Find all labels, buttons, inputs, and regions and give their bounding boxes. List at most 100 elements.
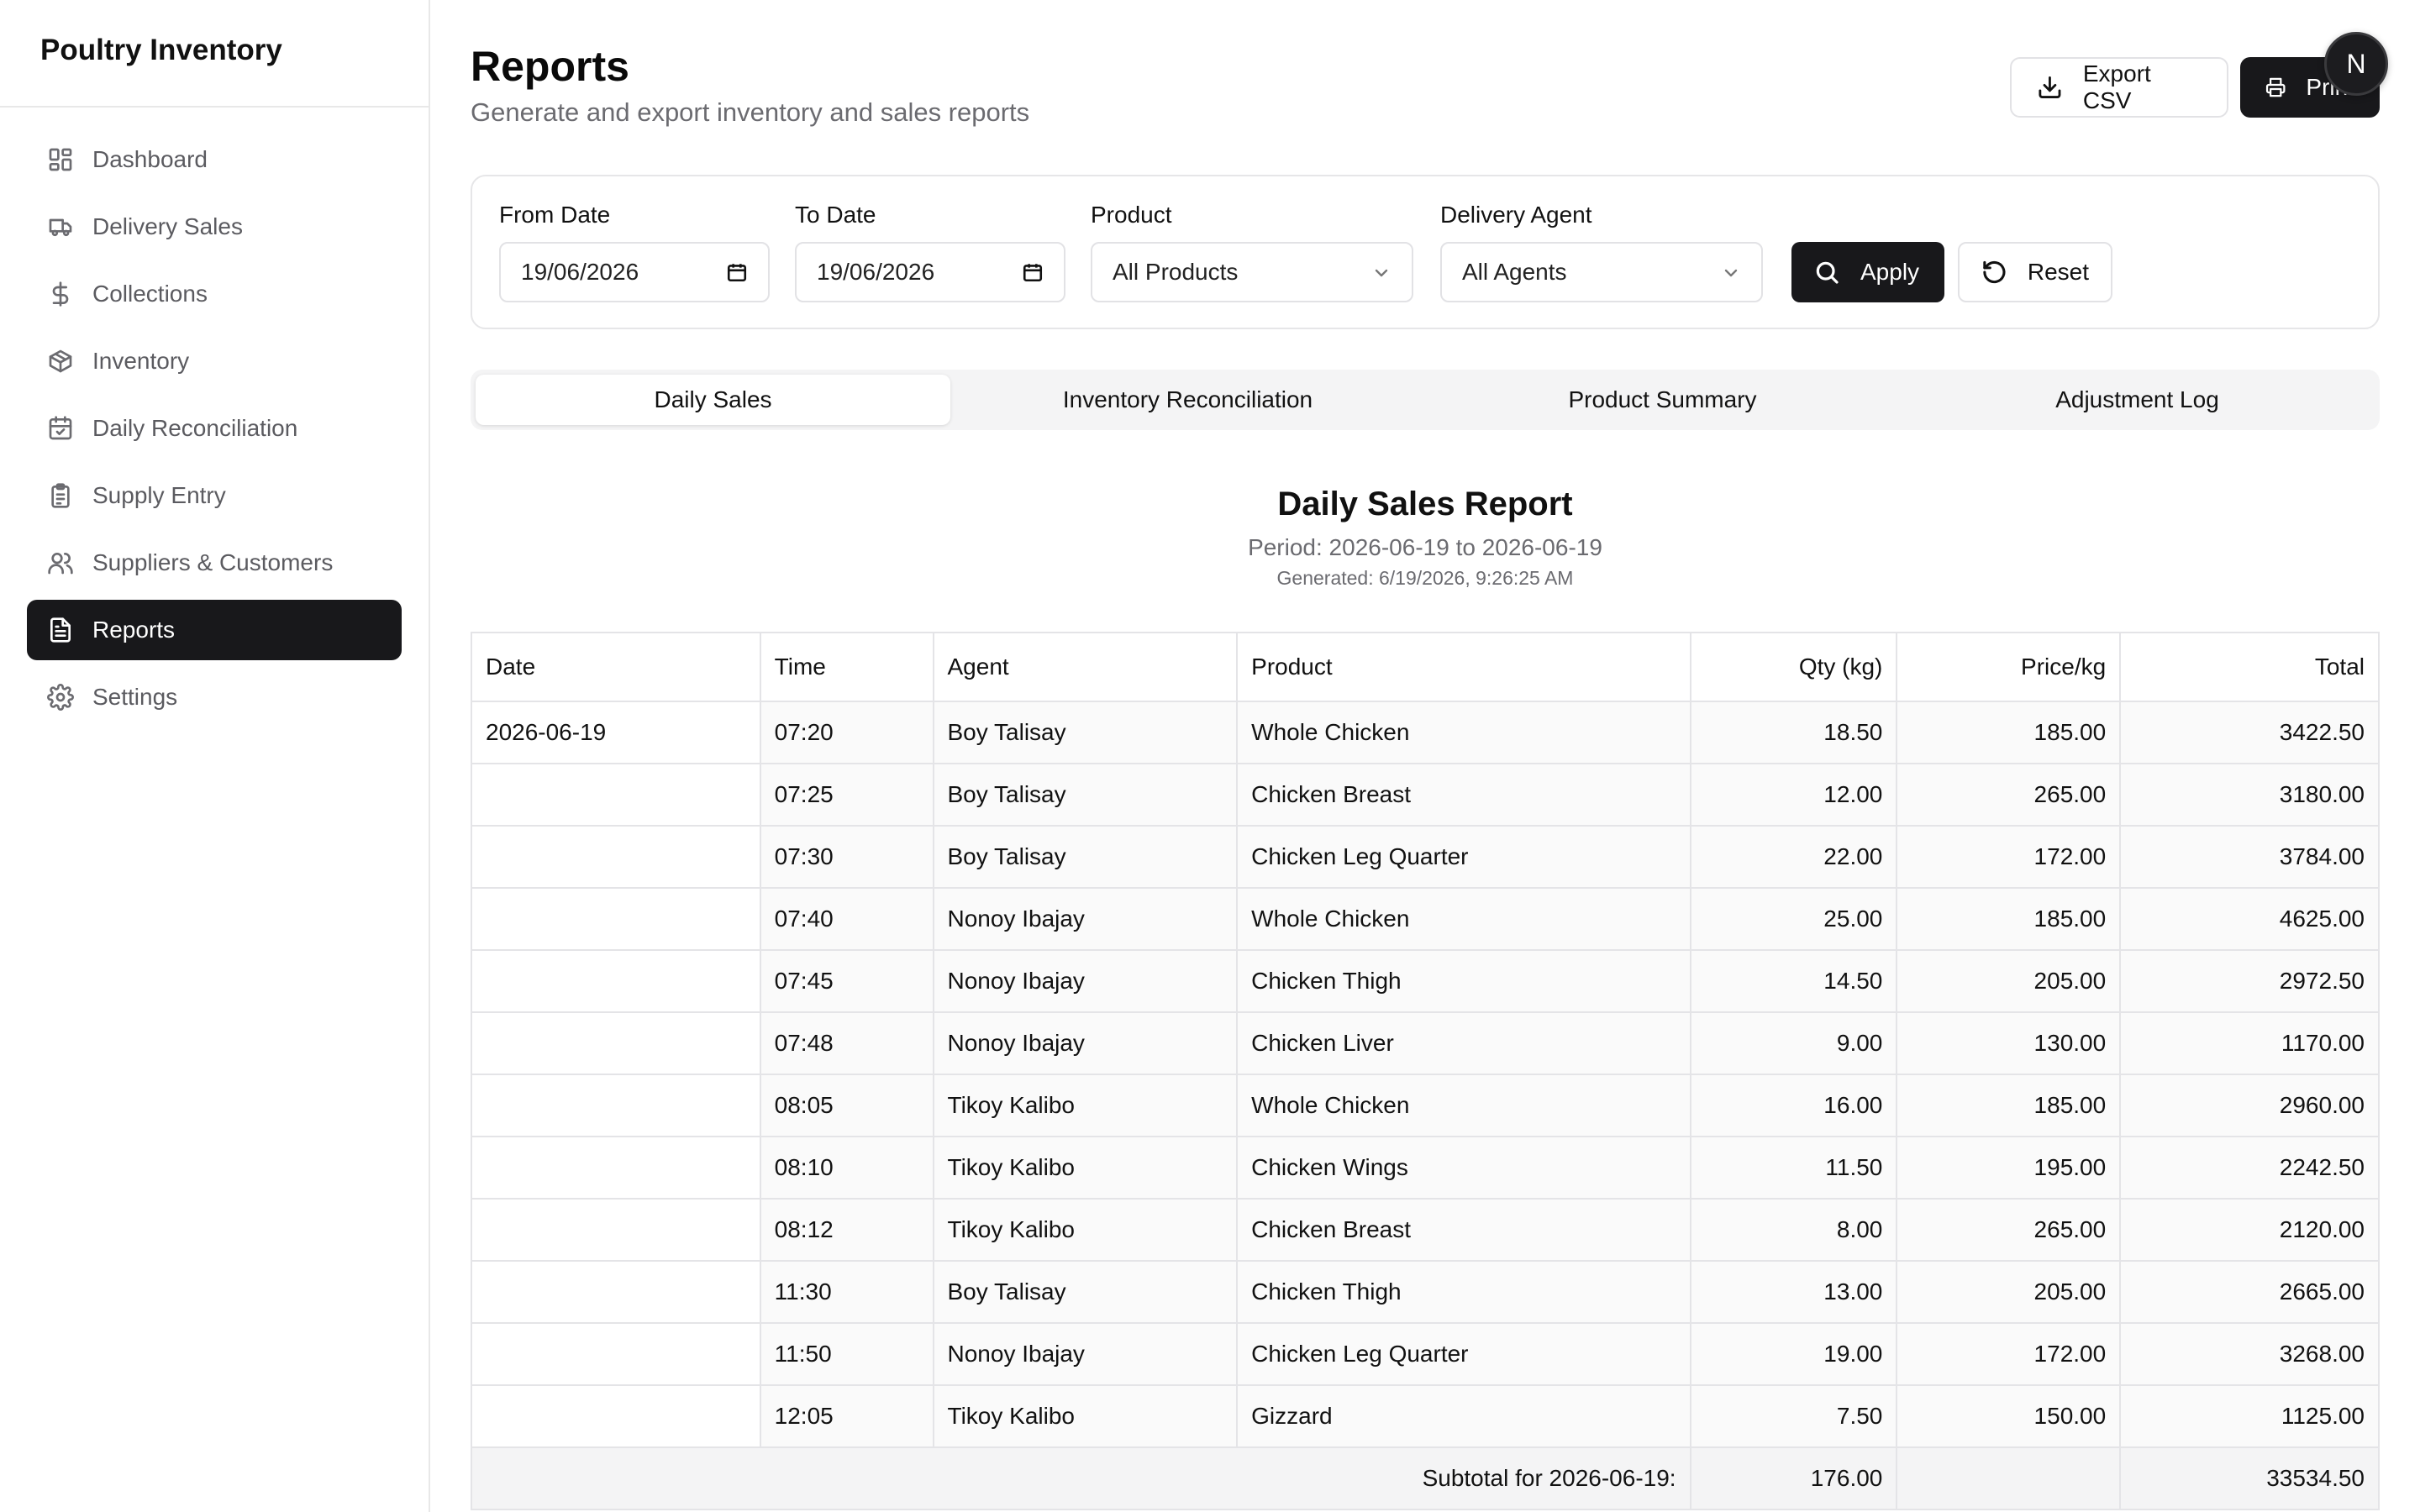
column-header-qty[interactable]: Qty (kg)	[1689, 632, 1898, 702]
tab-daily-sales[interactable]: Daily Sales	[476, 375, 950, 425]
cell-price: 265.00	[1896, 763, 2122, 827]
cell-agent: Boy Talisay	[932, 825, 1239, 889]
cell-product: Whole Chicken	[1236, 887, 1691, 951]
cell-total: 1170.00	[2119, 1011, 2380, 1075]
sidebar-item-settings[interactable]: Settings	[27, 667, 402, 727]
cell-time: 11:30	[759, 1260, 934, 1324]
column-header-time[interactable]: Time	[759, 632, 934, 702]
column-header-total[interactable]: Total	[2119, 632, 2380, 702]
tab-adjustment-log[interactable]: Adjustment Log	[1900, 375, 2375, 425]
product-select[interactable]: All Products	[1091, 242, 1413, 302]
sidebar-item-dashboard[interactable]: Dashboard	[27, 129, 402, 190]
main-content: Reports Generate and export inventory an…	[471, 0, 2388, 1510]
report-period: Period: 2026-06-19 to 2026-06-19	[1248, 534, 1602, 560]
cell-time: 08:12	[759, 1198, 934, 1262]
tab-product-summary[interactable]: Product Summary	[1425, 375, 1900, 425]
page-title: Reports	[471, 43, 629, 90]
sidebar-item-suppliers-customers[interactable]: Suppliers & Customers	[27, 533, 402, 593]
cell-agent: Boy Talisay	[932, 701, 1239, 764]
avatar[interactable]: N	[2324, 32, 2388, 96]
cell-qty: 13.00	[1689, 1260, 1898, 1324]
table-row: 07:30 Boy Talisay Chicken Leg Quarter 22.00…	[471, 825, 2380, 889]
delivery-agent-select[interactable]: All Agents	[1440, 242, 1763, 302]
report-title: Daily Sales Report	[1277, 486, 1573, 522]
export-csv-button[interactable]: Export CSV	[2010, 57, 2228, 118]
file-text-icon	[47, 617, 74, 643]
sidebar-item-label: Collections	[92, 281, 208, 307]
table-body: 2026-06-19 07:20 Boy Talisay Whole Chicken 1…	[471, 701, 2380, 1510]
table-row: 12:05 Tikoy Kalibo Gizzard 7.50 150.00 1125.0…	[471, 1384, 2380, 1448]
download-icon	[2039, 76, 2061, 98]
sidebar-item-label: Dashboard	[92, 146, 208, 172]
column-header-date[interactable]: Date	[471, 632, 761, 702]
cell-qty: 25.00	[1689, 887, 1898, 951]
delivery-agent-select-value: All Agents	[1462, 259, 1567, 285]
users-icon	[47, 549, 74, 576]
table-row: 11:50 Nonoy Ibajay Chicken Leg Quarter 19.0…	[471, 1322, 2380, 1386]
apply-button[interactable]: Apply	[1791, 242, 1944, 302]
cell-date	[471, 1011, 761, 1075]
tab-inventory-reconciliation[interactable]: Inventory Reconciliation	[950, 375, 1425, 425]
sidebar-item-inventory[interactable]: Inventory	[27, 331, 402, 391]
calendar-icon[interactable]	[726, 261, 748, 283]
cell-product: Whole Chicken	[1236, 701, 1691, 764]
cell-product: Gizzard	[1236, 1384, 1691, 1448]
cell-date: 2026-06-19	[471, 701, 761, 764]
cell-date	[471, 1136, 761, 1200]
table-row: 07:25 Boy Talisay Chicken Breast 12.00 265.0…	[471, 763, 2380, 827]
table-row: 07:40 Nonoy Ibajay Whole Chicken 25.00 185.0…	[471, 887, 2380, 951]
reset-button[interactable]: Reset	[1958, 242, 2112, 302]
export-csv-label: Export CSV	[2082, 60, 2151, 113]
cell-agent: Nonoy Ibajay	[932, 1322, 1239, 1386]
cell-date	[471, 1384, 761, 1448]
cell-price: 130.00	[1896, 1011, 2122, 1075]
column-header-agent[interactable]: Agent	[932, 632, 1239, 702]
package-icon	[47, 348, 74, 375]
delivery-agent-label: Delivery Agent	[1440, 202, 1592, 228]
filter-panel: From Date 19/06/2026 To Date 19/06/2026 …	[471, 175, 2380, 329]
column-header-price[interactable]: Price/kg	[1896, 632, 2122, 702]
table-row: 2026-06-19 07:20 Boy Talisay Whole Chicken 1…	[471, 701, 2380, 764]
table-row: 08:05 Tikoy Kalibo Whole Chicken 16.00 185.0…	[471, 1074, 2380, 1137]
calendar-icon[interactable]	[1022, 261, 1044, 283]
cell-date	[471, 763, 761, 827]
chevron-down-icon	[1371, 262, 1392, 282]
sidebar-item-supply-entry[interactable]: Supply Entry	[27, 465, 402, 526]
to-date-label: To Date	[795, 202, 876, 228]
cell-time: 07:40	[759, 887, 934, 951]
rotate-ccw-icon	[1983, 260, 2006, 284]
cell-agent: Tikoy Kalibo	[932, 1074, 1239, 1137]
sidebar-item-collections[interactable]: Collections	[27, 264, 402, 324]
calendar-check-icon	[47, 415, 74, 442]
cell-time: 07:20	[759, 701, 934, 764]
cell-total: 3180.00	[2119, 763, 2380, 827]
sidebar-item-daily-reconciliation[interactable]: Daily Reconciliation	[27, 398, 402, 459]
cell-qty: 16.00	[1689, 1074, 1898, 1137]
to-date-input[interactable]: 19/06/2026	[795, 242, 1065, 302]
cell-total: 2972.50	[2119, 949, 2380, 1013]
cell-date	[471, 1198, 761, 1262]
column-header-product[interactable]: Product	[1236, 632, 1691, 702]
sidebar-item-label: Inventory	[92, 348, 190, 374]
subtotal-label: Subtotal for 2026-06-19:	[471, 1446, 1691, 1510]
subtotal-total: 33534.50	[2119, 1446, 2380, 1510]
cell-qty: 8.00	[1689, 1198, 1898, 1262]
cell-product: Chicken Breast	[1236, 763, 1691, 827]
cell-qty: 14.50	[1689, 949, 1898, 1013]
cell-total: 1125.00	[2119, 1384, 2380, 1448]
sidebar-item-delivery-sales[interactable]: Delivery Sales	[27, 197, 402, 257]
cell-date	[471, 825, 761, 889]
cell-agent: Boy Talisay	[932, 763, 1239, 827]
cell-product: Chicken Breast	[1236, 1198, 1691, 1262]
from-date-input[interactable]: 19/06/2026	[499, 242, 770, 302]
sidebar-item-label: Supply Entry	[92, 482, 226, 508]
cell-qty: 19.00	[1689, 1322, 1898, 1386]
table-row: 11:30 Boy Talisay Chicken Thigh 13.00 205.00…	[471, 1260, 2380, 1324]
cell-time: 07:48	[759, 1011, 934, 1075]
cell-date	[471, 949, 761, 1013]
sidebar-item-reports[interactable]: Reports	[27, 600, 402, 660]
cell-time: 11:50	[759, 1322, 934, 1386]
sidebar-item-label: Daily Reconciliation	[92, 415, 298, 441]
reset-label: Reset	[2027, 259, 2089, 285]
cell-agent: Tikoy Kalibo	[932, 1384, 1239, 1448]
